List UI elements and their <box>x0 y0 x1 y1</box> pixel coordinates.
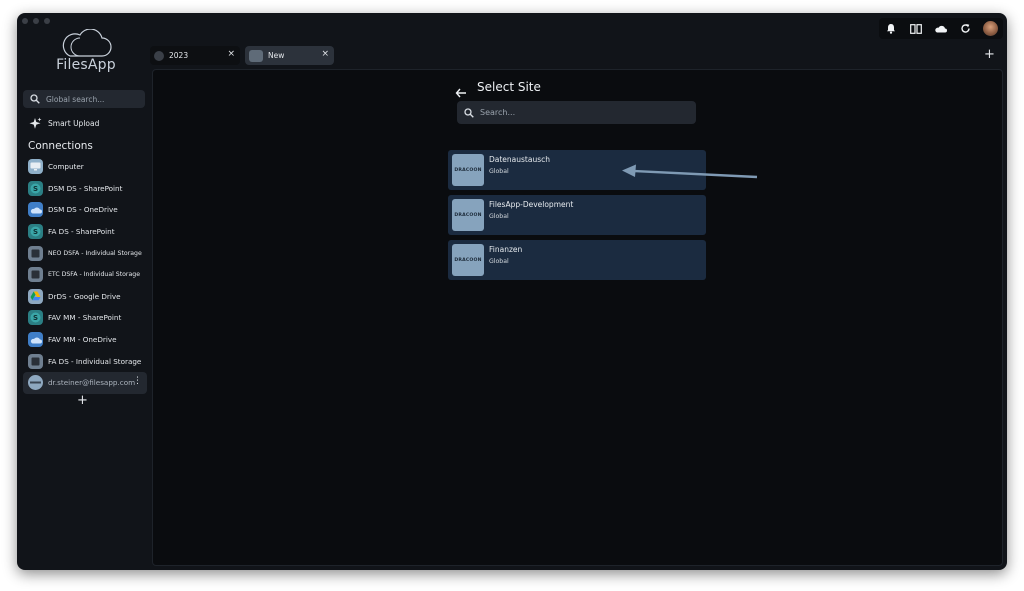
connection-fav-mm-sharepoint[interactable]: S FAV MM - SharePoint <box>23 307 147 329</box>
connection-dsm-ds-sharepoint[interactable]: S DSM DS - SharePoint <box>23 178 147 200</box>
bell-icon[interactable] <box>879 23 904 34</box>
storage-icon <box>28 267 43 283</box>
connection-dr-steiner-account[interactable]: dr.steiner@filesapp.com ⋮ <box>23 371 147 394</box>
tab-icon <box>154 50 164 61</box>
connection-label: DrDS - Google Drive <box>48 291 121 301</box>
connection-label: ETC DSFA - Individual Storage <box>48 271 141 279</box>
site-logo-text: DRACOON <box>454 257 482 263</box>
connection-label: FAV MM - OneDrive <box>48 335 117 345</box>
connection-label: FA DS - Individual Storage <box>48 356 142 366</box>
columns-icon[interactable] <box>904 23 929 34</box>
connection-label: FAV MM - SharePoint <box>48 313 122 323</box>
connection-label: DSM DS - SharePoint <box>48 183 123 193</box>
computer-icon <box>28 159 43 175</box>
connections-list: Computer S DSM DS - SharePoint DSM DS - … <box>23 156 147 394</box>
smart-upload-label: Smart Upload <box>48 119 100 128</box>
connection-label: dr.steiner@filesapp.com <box>48 378 136 388</box>
sharepoint-icon: S <box>28 180 43 196</box>
global-search-input[interactable] <box>46 94 136 104</box>
add-connection-button[interactable]: + <box>77 394 88 407</box>
top-toolbar <box>879 18 1003 39</box>
sparkle-icon <box>29 117 42 129</box>
tab-label: New <box>268 51 285 60</box>
pointer-arrow-icon <box>622 164 758 179</box>
connection-etc-dsfa-storage[interactable]: ETC DSFA - Individual Storage <box>23 264 147 286</box>
close-tab-icon[interactable]: × <box>227 49 235 59</box>
connection-label: DSM DS - OneDrive <box>48 205 118 215</box>
minimize-window-dot[interactable] <box>33 18 39 24</box>
cloud-logo-icon <box>62 29 112 57</box>
avatar <box>983 21 999 36</box>
add-tab-button[interactable]: + <box>984 48 995 61</box>
site-logo-text: DRACOON <box>454 212 482 218</box>
smart-upload-button[interactable]: Smart Upload <box>29 117 99 130</box>
svg-text:S: S <box>33 228 38 236</box>
google-drive-icon <box>28 288 43 304</box>
site-scope: Global <box>489 258 509 265</box>
site-name: Finanzen <box>489 245 523 254</box>
site-scope: Global <box>489 213 509 220</box>
page-title: Select Site <box>477 80 541 94</box>
site-search-input[interactable] <box>480 108 680 117</box>
site-name: Datenaustausch <box>489 155 551 164</box>
connection-label: FA DS - SharePoint <box>48 227 115 237</box>
connection-label: Computer <box>48 162 84 172</box>
tab-label: 2023 <box>169 51 189 60</box>
tab-2023[interactable]: 2023 × <box>150 46 240 65</box>
connection-computer[interactable]: Computer <box>23 156 147 178</box>
global-search-box[interactable] <box>23 90 145 108</box>
onedrive-icon <box>28 202 43 218</box>
site-card-filesapp-development[interactable]: DRACOON FilesApp-Development Global <box>448 195 706 235</box>
storage-icon <box>28 245 43 261</box>
storage-icon <box>28 353 43 369</box>
site-thumbnail: DRACOON <box>452 199 484 231</box>
connection-fa-ds-sharepoint[interactable]: S FA DS - SharePoint <box>23 221 147 243</box>
cloud-icon[interactable] <box>929 25 954 33</box>
site-name: FilesApp-Development <box>489 200 574 209</box>
account-icon <box>28 375 43 391</box>
tab-new[interactable]: New × <box>245 46 334 65</box>
connection-drds-google-drive[interactable]: DrDS - Google Drive <box>23 286 147 308</box>
svg-text:S: S <box>33 185 38 193</box>
connection-fa-ds-storage[interactable]: FA DS - Individual Storage <box>23 350 147 372</box>
tab-icon <box>249 49 263 62</box>
close-tab-icon[interactable]: × <box>321 49 329 59</box>
window-controls <box>22 18 50 24</box>
site-search-box[interactable] <box>457 101 696 124</box>
onedrive-icon <box>28 332 43 348</box>
connections-heading: Connections <box>28 140 93 152</box>
more-options-icon[interactable]: ⋮ <box>133 376 142 386</box>
connection-fav-mm-onedrive[interactable]: FAV MM - OneDrive <box>23 329 147 351</box>
refresh-icon[interactable] <box>953 23 978 34</box>
site-card-finanzen[interactable]: DRACOON Finanzen Global <box>448 240 706 280</box>
svg-text:S: S <box>33 314 38 322</box>
maximize-window-dot[interactable] <box>44 18 50 24</box>
app-window: FilesApp Smart Upload Connections Comput… <box>17 13 1007 570</box>
search-icon <box>30 93 41 105</box>
close-window-dot[interactable] <box>22 18 28 24</box>
connection-dsm-ds-onedrive[interactable]: DSM DS - OneDrive <box>23 199 147 221</box>
site-thumbnail: DRACOON <box>452 244 484 276</box>
site-scope: Global <box>489 168 509 175</box>
app-logo: FilesApp <box>31 29 141 73</box>
connection-label: NEO DSFA - Individual Storage <box>48 249 142 257</box>
back-arrow-icon[interactable] <box>455 83 467 102</box>
main-panel: Select Site DRACOON Datenaustausch Globa… <box>152 69 1003 566</box>
site-thumbnail: DRACOON <box>452 154 484 186</box>
site-logo-text: DRACOON <box>454 167 482 173</box>
app-name: FilesApp <box>56 57 116 73</box>
user-avatar[interactable] <box>978 21 1003 36</box>
sharepoint-icon: S <box>28 310 43 326</box>
connection-neo-dsfa-storage[interactable]: NEO DSFA - Individual Storage <box>23 242 147 264</box>
sharepoint-icon: S <box>28 224 43 240</box>
search-icon <box>464 107 474 118</box>
